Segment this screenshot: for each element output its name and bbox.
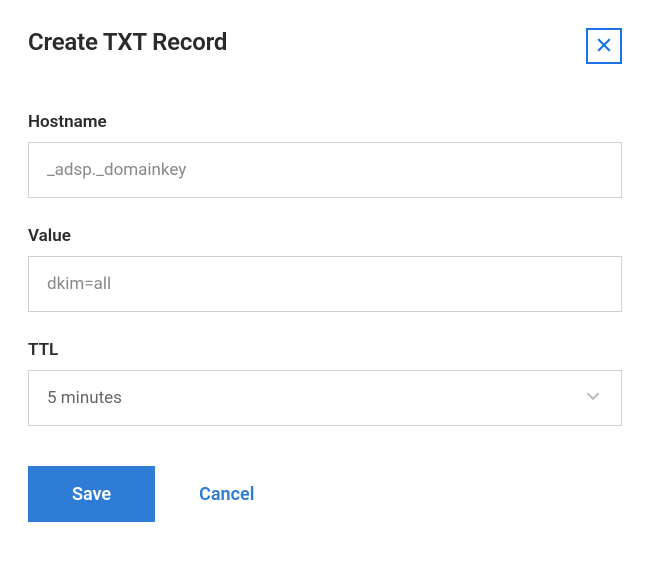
- value-field-group: Value: [28, 226, 622, 312]
- hostname-input[interactable]: [28, 142, 622, 198]
- save-button[interactable]: Save: [28, 466, 155, 522]
- dialog-actions: Save Cancel: [28, 466, 622, 522]
- close-icon: [594, 35, 614, 58]
- hostname-label: Hostname: [28, 112, 622, 132]
- ttl-field-group: TTL 5 minutes: [28, 340, 622, 426]
- cancel-button[interactable]: Cancel: [199, 484, 254, 505]
- ttl-select-wrap: 5 minutes: [28, 370, 622, 426]
- ttl-label: TTL: [28, 340, 622, 360]
- dialog-header: Create TXT Record: [28, 28, 622, 64]
- value-label: Value: [28, 226, 622, 246]
- value-input[interactable]: [28, 256, 622, 312]
- hostname-field-group: Hostname: [28, 112, 622, 198]
- close-button[interactable]: [586, 28, 622, 64]
- ttl-select[interactable]: 5 minutes: [28, 370, 622, 426]
- dialog-title: Create TXT Record: [28, 28, 227, 56]
